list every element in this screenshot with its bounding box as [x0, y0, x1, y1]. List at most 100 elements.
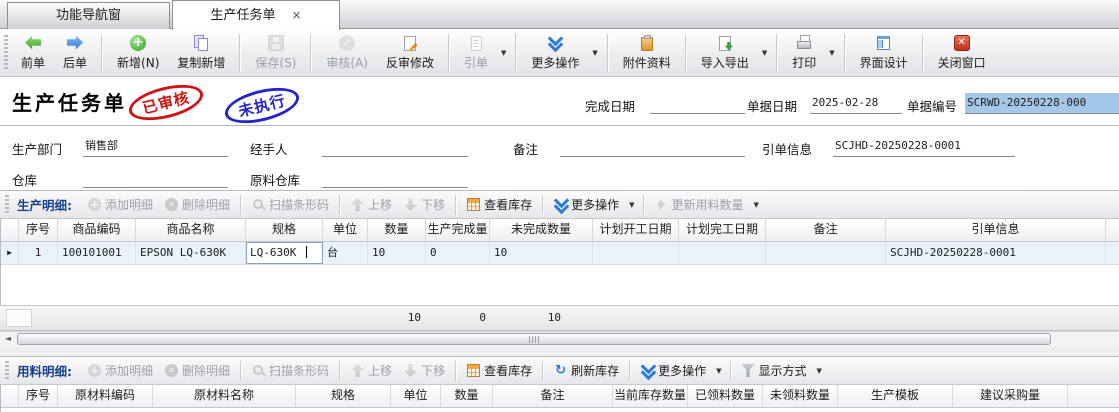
main-pull-order-button[interactable]: 引单 [455, 33, 497, 73]
arrow-down-icon [404, 364, 417, 377]
column-header[interactable]: 商品名称 [136, 219, 246, 241]
main-audit-button[interactable]: 审核(A) [317, 33, 377, 73]
column-header[interactable]: 生产完成量 [426, 219, 490, 241]
column-header[interactable] [1068, 385, 1119, 407]
column-header[interactable]: 规格 [246, 219, 323, 241]
md-move-up-button[interactable]: 上移 [345, 360, 398, 381]
tab-close-icon[interactable]: × [291, 8, 301, 22]
form-area: 生产部门 销售部 经手人 备注 引单信息 SCJHD-20250228-0001… [0, 126, 1119, 190]
pd-more-actions-button[interactable]: 更多操作 [548, 194, 625, 215]
main-prev-order-label: 前单 [21, 54, 45, 71]
column-header[interactable]: 未领料数量 [763, 385, 838, 407]
md-add-detail-button[interactable]: 添加明细 [82, 360, 159, 381]
tab-function-navigation[interactable]: 功能导航窗 [7, 2, 170, 29]
finish-date-label: 完成日期 [585, 96, 635, 115]
pd-view-stock-button[interactable]: 查看库存 [461, 194, 538, 215]
column-header[interactable]: 单位 [391, 385, 441, 407]
column-header[interactable]: 序号 [19, 219, 58, 241]
material-warehouse-field[interactable] [322, 167, 468, 188]
remark-field[interactable] [560, 136, 745, 157]
main-close-window-label: 关闭窗口 [938, 54, 986, 71]
dropdown-arrow-icon[interactable]: ▼ [625, 201, 638, 209]
horizontal-scrollbar[interactable]: ◄ [0, 331, 1119, 346]
column-header[interactable]: 数量 [368, 219, 426, 241]
doc-number-field[interactable]: SCRWD-20250228-000 [965, 93, 1119, 114]
column-header[interactable]: 生产模板 [838, 385, 953, 407]
column-header[interactable]: 序号 [19, 385, 58, 407]
main-save-button[interactable]: 保存(S) [246, 33, 305, 73]
scroll-left-button[interactable]: ◄ [0, 332, 16, 346]
md-refresh-stock-button[interactable]: 刷新库存 [548, 360, 625, 381]
dropdown-arrow-icon[interactable]: ▼ [588, 49, 601, 57]
md-more-actions-button[interactable]: 更多操作 [635, 360, 712, 381]
main-prev-order-button[interactable]: 前单 [12, 33, 54, 73]
dropdown-arrow-icon[interactable]: ▼ [758, 49, 771, 57]
main-copy-new-button[interactable]: 复制新增 [168, 33, 234, 73]
section-splitter[interactable] [0, 346, 1119, 356]
pd-add-detail-button[interactable]: 添加明细 [82, 194, 159, 215]
column-header[interactable]: 单位 [323, 219, 368, 241]
column-header[interactable]: 备注 [766, 219, 886, 241]
handler-field[interactable] [322, 136, 468, 157]
dropdown-arrow-icon[interactable]: ▼ [813, 367, 826, 375]
column-header[interactable]: 建议采购量 [953, 385, 1068, 407]
column-header[interactable]: 计划开工日期 [593, 219, 679, 241]
material-warehouse-label: 原料仓库 [250, 170, 300, 189]
pd-delete-detail-button[interactable]: 删除明细 [159, 194, 236, 215]
column-header[interactable]: 商品编码 [58, 219, 136, 241]
main-attachments-button[interactable]: 附件资料 [614, 33, 680, 73]
table-cell [593, 242, 679, 264]
document-header: 生产任务单 已审核 未执行 完成日期 单据日期 2025-02-28 单据编号 … [0, 77, 1119, 126]
main-reverse-audit-modify-button[interactable]: 反审修改 [377, 33, 443, 73]
column-header[interactable]: 原材料编码 [58, 385, 153, 407]
finish-date-field[interactable] [650, 93, 745, 114]
scrollbar-thumb[interactable] [17, 333, 1051, 345]
md-move-down-button[interactable]: 下移 [398, 360, 451, 381]
column-header[interactable]: 生 [1106, 219, 1119, 241]
dropdown-arrow-icon[interactable]: ▼ [750, 201, 763, 209]
column-header[interactable]: 未完成数量 [490, 219, 593, 241]
column-header[interactable]: 备注 [493, 385, 613, 407]
ref-order-field[interactable]: SCJHD-20250228-0001 [833, 136, 1015, 157]
main-add-new-button[interactable]: 新增(N) [108, 33, 168, 73]
main-import-export-button[interactable]: 导入导出 [692, 33, 758, 73]
md-display-mode-button[interactable]: 显示方式 [736, 360, 813, 381]
column-header[interactable]: 规格 [296, 385, 391, 407]
production-dept-field[interactable]: 销售部 [83, 136, 228, 157]
md-view-stock-button[interactable]: 查看库存 [461, 360, 538, 381]
column-header[interactable]: 当前库存数量 [613, 385, 688, 407]
main-next-order-button[interactable]: 后单 [54, 33, 96, 73]
pd-move-up-button[interactable]: 上移 [345, 194, 398, 215]
column-header[interactable]: 计划完工日期 [679, 219, 766, 241]
toolbar-grip-icon [4, 35, 8, 71]
main-ui-design-button[interactable]: 界面设计 [851, 33, 917, 73]
column-header[interactable]: 已领料数量 [688, 385, 763, 407]
tab-production-task-order[interactable]: 生产任务单× [172, 0, 340, 30]
pd-move-down-button[interactable]: 下移 [398, 194, 451, 215]
main-close-window-button[interactable]: 关闭窗口 [929, 33, 995, 73]
pd-scan-barcode-button[interactable]: 扫描条形码 [246, 194, 335, 215]
main-more-actions-button[interactable]: 更多操作 [522, 33, 588, 73]
doc-date-field[interactable]: 2025-02-28 [810, 93, 902, 114]
production-detail-table: 序号商品编码商品名称规格单位数量生产完成量未完成数量计划开工日期计划完工日期备注… [0, 219, 1119, 305]
md-delete-detail-button[interactable]: 删除明细 [159, 360, 236, 381]
main-print-button[interactable]: 打印 [783, 33, 825, 73]
table-row[interactable]: ▶1100101001EPSON LQ-630KLQ-630K台10010SCJ… [1, 242, 1119, 265]
dropdown-arrow-icon[interactable]: ▼ [497, 49, 510, 57]
material-detail-toolbar: 用料明细: 添加明细删除明细扫描条形码上移下移查看库存刷新库存更多操作▼显示方式… [0, 356, 1119, 385]
dropdown-arrow-icon[interactable]: ▼ [825, 49, 838, 57]
column-header[interactable]: 引单信息 [886, 219, 1106, 241]
main-add-new-label: 新增(N) [117, 54, 159, 71]
column-header[interactable]: 数量 [441, 385, 493, 407]
row-marker-header [1, 219, 19, 241]
editing-cell[interactable]: LQ-630K [246, 242, 323, 264]
production-detail-title: 生产明细: [17, 195, 72, 214]
scrollbar-grip-icon [529, 336, 539, 343]
app-window: 功能导航窗 生产任务单× 前单后单新增(N) 复制新增保存(S) 审核(A)反审修改… [0, 0, 1119, 412]
row-marker-header [1, 385, 19, 407]
warehouse-field[interactable] [83, 167, 228, 188]
dropdown-arrow-icon[interactable]: ▼ [712, 367, 725, 375]
pd-update-material-qty-button[interactable]: 更新用料数量 [649, 194, 750, 215]
column-header[interactable]: 原材料名称 [153, 385, 296, 407]
md-scan-barcode-button[interactable]: 扫描条形码 [246, 360, 335, 381]
